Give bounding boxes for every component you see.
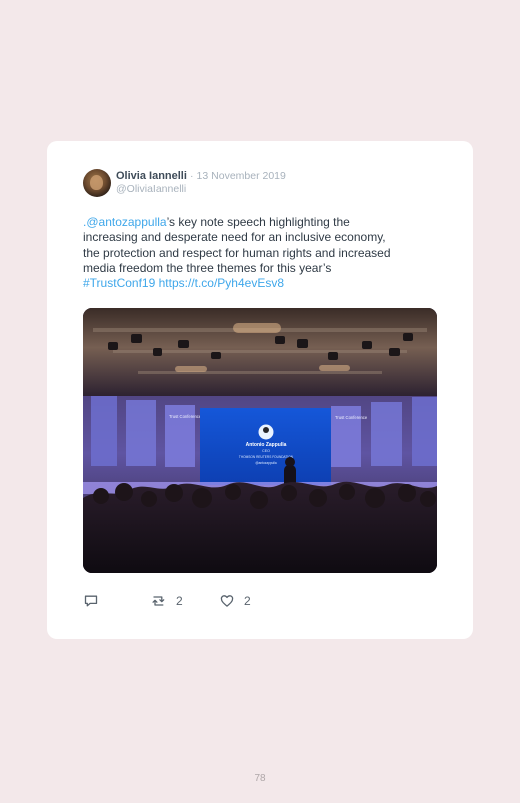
avatar[interactable]: [83, 169, 111, 197]
author-handle[interactable]: @OliviaIannelli: [116, 183, 186, 196]
tweet-card: Olivia Iannelli · 13 November 2019 @Oliv…: [47, 141, 473, 639]
speaker-head: [285, 457, 295, 467]
tweet-text-line-1: ’s key note speech highlighting the: [166, 215, 350, 229]
like-button[interactable]: 2: [219, 593, 251, 609]
main-screen-title: Antonio Zappulla: [246, 442, 287, 448]
reply-icon: [84, 595, 98, 607]
tweet-date[interactable]: 13 November 2019: [197, 170, 286, 182]
main-screen-handle: @antozappulla: [255, 461, 277, 465]
main-screen-caption: THOMSON REUTERS FOUNDATION: [239, 455, 294, 459]
tweet-media-photo[interactable]: Trust Conference Trust Conference Antoni…: [83, 308, 437, 573]
heart-icon: [220, 595, 234, 607]
tweet-text-line-4: media freedom the three themes for this …: [83, 260, 332, 275]
tweet-text-line-3: the protection and respect for human rig…: [83, 245, 391, 260]
author-name[interactable]: Olivia Iannelli: [116, 170, 187, 182]
reply-button[interactable]: [83, 593, 99, 609]
conference-photo: Trust Conference Trust Conference Antoni…: [83, 308, 437, 573]
left-screen-text: Trust Conference: [169, 414, 202, 419]
retweet-button[interactable]: 2: [150, 593, 183, 609]
tweet-line-5: #TrustConf19 https://t.co/Pyh4evEsv8: [83, 276, 433, 291]
retweet-icon: [152, 596, 165, 606]
separator: ·: [189, 170, 194, 182]
main-screen-subtitle: CEO: [262, 449, 270, 453]
author-line: Olivia Iannelli · 13 November 2019: [116, 170, 286, 183]
page-number: 78: [254, 773, 266, 784]
tweet-line-1: .@antozappulla’s key note speech highlig…: [83, 215, 433, 230]
retweet-count: 2: [176, 594, 183, 608]
right-screen-text: Trust Conference: [335, 415, 368, 420]
mention-link[interactable]: @antozappulla: [86, 215, 166, 229]
like-count: 2: [244, 594, 251, 608]
tweet-text: .@antozappulla’s key note speech highlig…: [83, 215, 433, 291]
tweet-url-link[interactable]: https://t.co/Pyh4evEsv8: [159, 276, 284, 290]
speaker-portrait-head: [263, 427, 269, 433]
hashtag-link[interactable]: #TrustConf19: [83, 276, 155, 290]
tweet-text-line-2: increasing and desperate need for an inc…: [83, 230, 386, 245]
tweet-actions: 2 2: [83, 593, 313, 609]
